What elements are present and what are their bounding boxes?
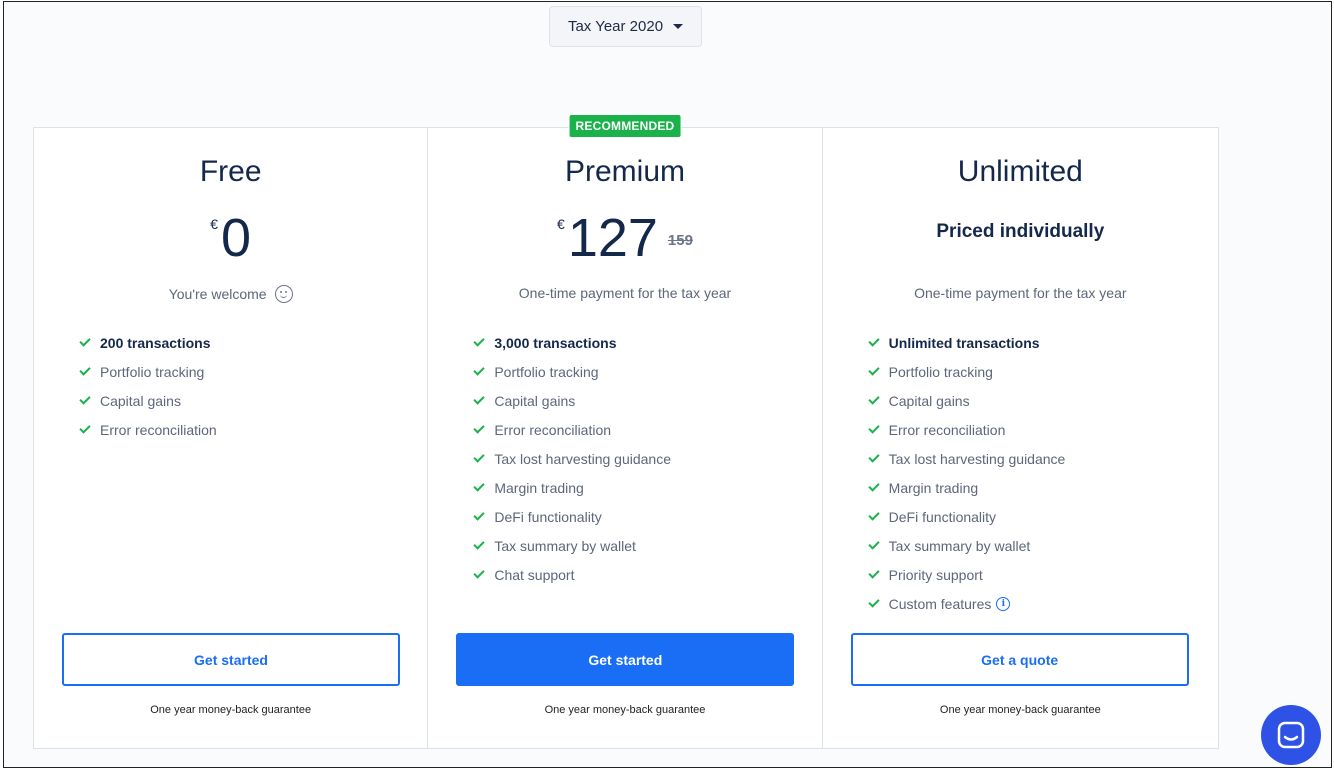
get-started-button-premium[interactable]: Get started xyxy=(456,633,795,686)
feature-item: Chat support xyxy=(472,560,671,589)
feature-item: Capital gains xyxy=(867,386,1066,415)
check-icon xyxy=(867,451,880,463)
plan-subtitle: One-time payment for the tax year xyxy=(823,285,1218,301)
plan-price: € 127 159 xyxy=(428,208,821,268)
feature-list: Unlimited transactions Portfolio trackin… xyxy=(867,328,1066,618)
plan-name: Unlimited xyxy=(957,155,1083,188)
smile-icon xyxy=(274,285,293,303)
pricing-plans: Free € 0 You're welcome 200 transactions… xyxy=(33,114,1219,749)
feature-item: Error reconciliation xyxy=(867,415,1066,444)
feature-item: Priority support xyxy=(867,560,1066,589)
guarantee-note: One year money-back guarantee xyxy=(939,704,1101,716)
check-icon xyxy=(867,335,880,347)
priced-individually: Priced individually xyxy=(936,221,1105,242)
feature-item: Custom features i xyxy=(867,589,1066,618)
chat-launcher-button[interactable] xyxy=(1261,705,1321,765)
check-icon xyxy=(867,567,880,579)
check-icon xyxy=(867,364,880,376)
plan-free: Free € 0 You're welcome 200 transactions… xyxy=(34,128,429,748)
check-icon xyxy=(867,422,880,434)
check-icon xyxy=(473,364,485,376)
check-icon xyxy=(473,335,485,347)
feature-list: 3,000 transactions Portfolio tracking Ca… xyxy=(472,328,671,589)
price-amount: 0 xyxy=(221,208,252,268)
check-icon xyxy=(473,393,485,405)
check-icon xyxy=(867,509,880,521)
check-icon xyxy=(867,596,880,608)
check-icon xyxy=(79,393,91,405)
check-icon xyxy=(473,538,485,550)
feature-item: Tax lost harvesting guidance xyxy=(472,444,671,473)
chevron-down-icon xyxy=(673,24,684,29)
plan-price: € 0 xyxy=(34,208,427,268)
get-a-quote-button[interactable]: Get a quote xyxy=(850,633,1189,686)
feature-item: Error reconciliation xyxy=(78,415,217,444)
check-icon xyxy=(79,364,91,376)
feature-item: Tax summary by wallet xyxy=(472,531,671,560)
plan-name: Premium xyxy=(564,155,685,188)
get-started-button-free[interactable]: Get started xyxy=(62,633,400,686)
feature-item: Tax summary by wallet xyxy=(867,531,1066,560)
feature-item: 3,000 transactions xyxy=(472,328,671,357)
check-icon xyxy=(473,480,485,492)
feature-item: 200 transactions xyxy=(78,328,217,357)
feature-list: 200 transactions Portfolio tracking Capi… xyxy=(78,328,217,444)
feature-item: Error reconciliation xyxy=(472,415,671,444)
check-icon xyxy=(473,509,485,521)
check-icon xyxy=(867,538,880,550)
check-icon xyxy=(473,422,485,434)
feature-item: Portfolio tracking xyxy=(867,357,1066,386)
check-icon xyxy=(473,567,485,579)
plan-subtitle: One-time payment for the tax year xyxy=(428,285,821,301)
plan-unlimited: Unlimited Priced individually One-time p… xyxy=(823,128,1218,748)
feature-item: Portfolio tracking xyxy=(78,357,217,386)
price-amount: 127 xyxy=(567,208,658,268)
feature-item: Margin trading xyxy=(867,473,1066,502)
guarantee-note: One year money-back guarantee xyxy=(150,704,312,716)
recommended-badge: RECOMMENDED xyxy=(568,114,682,138)
feature-item: DeFi functionality xyxy=(472,502,671,531)
page-frame: Tax Year 2020 Free € 0 You're welcome 20… xyxy=(3,1,1332,768)
subtitle-text: You're welcome xyxy=(168,286,267,302)
check-icon xyxy=(79,422,91,434)
subtitle-text: One-time payment for the tax year xyxy=(518,285,732,301)
currency-symbol: € xyxy=(210,216,219,232)
plan-premium: RECOMMENDED Premium € 127 159 One-time p… xyxy=(428,114,823,748)
feature-item: Capital gains xyxy=(472,386,671,415)
feature-item: Unlimited transactions xyxy=(867,328,1066,357)
check-icon xyxy=(867,393,880,405)
check-icon xyxy=(867,480,880,492)
old-price: 159 xyxy=(667,232,693,249)
tax-year-dropdown[interactable]: Tax Year 2020 xyxy=(549,6,702,47)
tax-year-label: Tax Year 2020 xyxy=(567,18,664,35)
plan-subtitle: You're welcome xyxy=(34,285,427,303)
feature-item: DeFi functionality xyxy=(867,502,1066,531)
info-icon[interactable]: i xyxy=(996,596,1011,611)
chat-icon xyxy=(1277,721,1305,749)
feature-item: Tax lost harvesting guidance xyxy=(867,444,1065,473)
check-icon xyxy=(79,335,91,347)
subtitle-text: One-time payment for the tax year xyxy=(914,285,1127,301)
plan-name: Free xyxy=(199,155,262,188)
check-icon xyxy=(473,451,485,463)
feature-item: Capital gains xyxy=(78,386,217,415)
currency-symbol: € xyxy=(557,216,565,232)
feature-item: Margin trading xyxy=(472,473,671,502)
guarantee-note: One year money-back guarantee xyxy=(544,704,706,716)
feature-item: Portfolio tracking xyxy=(472,357,671,386)
